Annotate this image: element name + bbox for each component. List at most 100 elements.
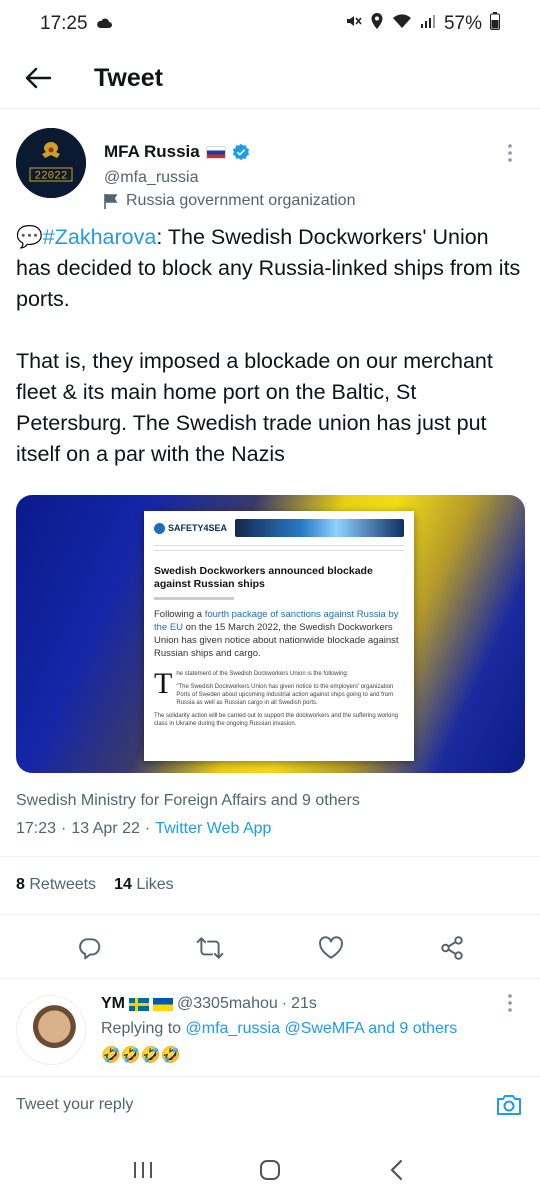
camera-icon — [497, 1094, 521, 1115]
status-bar: 17:25 57% — [0, 0, 540, 48]
author-avatar[interactable]: 22022 — [16, 128, 86, 198]
replying-to: Replying to @mfa_russia @SweMFA and 9 ot… — [101, 1020, 457, 1038]
header-divider — [0, 108, 540, 109]
retweet-button[interactable] — [188, 926, 232, 970]
separator: · — [144, 820, 151, 837]
reply-author-name[interactable]: YM — [101, 995, 125, 1013]
government-label: Russia government organization — [104, 192, 355, 210]
verified-badge-icon — [232, 143, 249, 161]
more-vertical-icon — [508, 994, 512, 1012]
recent-apps-button[interactable] — [123, 1150, 163, 1190]
article-body-2: "The Swedish Dockworkers Union has given… — [176, 684, 394, 706]
stats-divider-bottom — [0, 914, 540, 915]
home-button[interactable] — [250, 1150, 290, 1190]
camera-button[interactable] — [494, 1090, 524, 1120]
tweet-author: 22022 MFA Russia @mfa_russia Russia gove… — [16, 128, 524, 218]
likes-label: Likes — [136, 876, 174, 893]
retweets-label: Retweets — [29, 876, 97, 893]
share-button[interactable] — [430, 926, 474, 970]
article-logo-text: SAFETY4SEA — [168, 523, 228, 533]
retweets-count: 8 — [16, 876, 25, 893]
mention-swemfa[interactable]: @SweMFA — [284, 1020, 363, 1037]
status-right: 57% — [344, 12, 500, 36]
retweets-stat[interactable]: 8 Retweets — [16, 876, 96, 894]
flag-label-icon — [104, 194, 118, 209]
article-dropcap: T — [154, 667, 173, 700]
tagged-users[interactable]: Swedish Ministry for Foreign Affairs and… — [16, 792, 360, 810]
more-vertical-icon — [508, 144, 512, 162]
reply-input[interactable] — [16, 1095, 494, 1114]
like-button[interactable] — [309, 926, 353, 970]
clock: 17:25 — [40, 13, 88, 34]
article-banner — [235, 519, 404, 537]
tweet-text: 💬#Zakharova: The Swedish Dockworkers' Un… — [16, 222, 526, 470]
author-handle[interactable]: @mfa_russia — [104, 169, 199, 187]
sweden-flag-icon — [129, 997, 149, 1011]
logo-circle-icon — [154, 522, 165, 534]
wifi-icon — [392, 13, 412, 35]
tweet-image[interactable]: SAFETY4SEA Swedish Dockworkers announced… — [16, 495, 525, 773]
status-left: 17:25 — [40, 13, 112, 35]
reply-composer — [0, 1076, 540, 1132]
article-title: Swedish Dockworkers announced blockade a… — [154, 565, 373, 590]
mention-others[interactable]: and 9 others — [368, 1020, 457, 1037]
article-screenshot: SAFETY4SEA Swedish Dockworkers announced… — [144, 511, 414, 761]
author-name[interactable]: MFA Russia — [104, 142, 200, 162]
avatar-text: 22022 — [34, 171, 67, 183]
reply-button[interactable] — [67, 926, 111, 970]
reply-text: 🤣🤣🤣🤣 — [101, 1047, 181, 1064]
tweet-time: 17:23 — [16, 820, 57, 837]
article-body: T he statement of the Swedish Dockworker… — [154, 667, 404, 707]
actions-divider — [0, 978, 540, 979]
article-lead-post: on the 15 March 2022, the Swedish Dockwo… — [154, 622, 399, 659]
article-header: SAFETY4SEA — [154, 517, 404, 539]
hashtag-link[interactable]: #Zakharova — [43, 225, 157, 249]
source-app-link[interactable]: Twitter Web App — [155, 820, 271, 838]
signal-icon — [420, 13, 436, 35]
reply-more-options-button[interactable] — [500, 990, 520, 1020]
reply-icon — [78, 938, 100, 960]
reply-author-handle[interactable]: @3305mahou — [177, 995, 278, 1013]
likes-stat[interactable]: 14 Likes — [114, 876, 174, 894]
article-logo: SAFETY4SEA — [154, 522, 228, 534]
article-body-3: The solidarity action will be carried ou… — [154, 713, 399, 727]
cloud-icon — [96, 13, 112, 35]
recent-apps-icon — [134, 1162, 153, 1178]
likes-count: 14 — [114, 876, 132, 893]
author-name-row: MFA Russia — [104, 142, 250, 162]
battery-percent: 57% — [443, 13, 482, 34]
tweet-paragraph-1: 💬#Zakharova: The Swedish Dockworkers' Un… — [16, 222, 526, 315]
article-lead-pre: Following a — [154, 609, 205, 620]
engagement-stats: 8 Retweets 14 Likes — [16, 876, 174, 894]
ukraine-flag-icon — [153, 997, 173, 1011]
mention-mfa-russia[interactable]: @mfa_russia — [186, 1020, 281, 1037]
top-header: Tweet — [0, 48, 540, 108]
separator: · — [61, 820, 67, 837]
article-meta — [154, 597, 234, 600]
retweet-icon — [196, 937, 223, 959]
article-lead: Following a fourth package of sanctions … — [154, 608, 404, 660]
replying-prefix: Replying to — [101, 1020, 186, 1037]
back-button[interactable] — [16, 56, 60, 100]
page-title: Tweet — [94, 63, 163, 92]
system-back-button[interactable] — [377, 1150, 417, 1190]
separator: · — [281, 995, 288, 1012]
reply-tweet[interactable]: YM @3305mahou · 21s Replying to @mfa_rus… — [16, 990, 524, 1070]
chevron-left-icon — [390, 1159, 402, 1181]
emblem-icon: 22022 — [16, 128, 86, 198]
reply-time: 21s — [291, 995, 317, 1012]
article-body-1: he statement of the Swedish Dockworkers … — [176, 671, 349, 677]
stats-divider-top — [0, 856, 540, 857]
location-icon — [370, 12, 384, 36]
battery-icon — [490, 12, 500, 36]
russia-flag-icon — [205, 145, 226, 159]
reply-avatar[interactable] — [16, 995, 86, 1065]
tweet-timestamp: 17:23 · 13 Apr 22 · Twitter Web App — [16, 820, 271, 838]
back-arrow-icon — [25, 67, 51, 89]
share-icon — [440, 936, 463, 960]
like-icon — [318, 936, 343, 959]
more-options-button[interactable] — [500, 138, 520, 168]
system-navbar — [0, 1140, 540, 1200]
article-body-text: he statement of the Swedish Dockworkers … — [176, 670, 404, 707]
reply-header: YM @3305mahou · 21s — [101, 995, 317, 1013]
